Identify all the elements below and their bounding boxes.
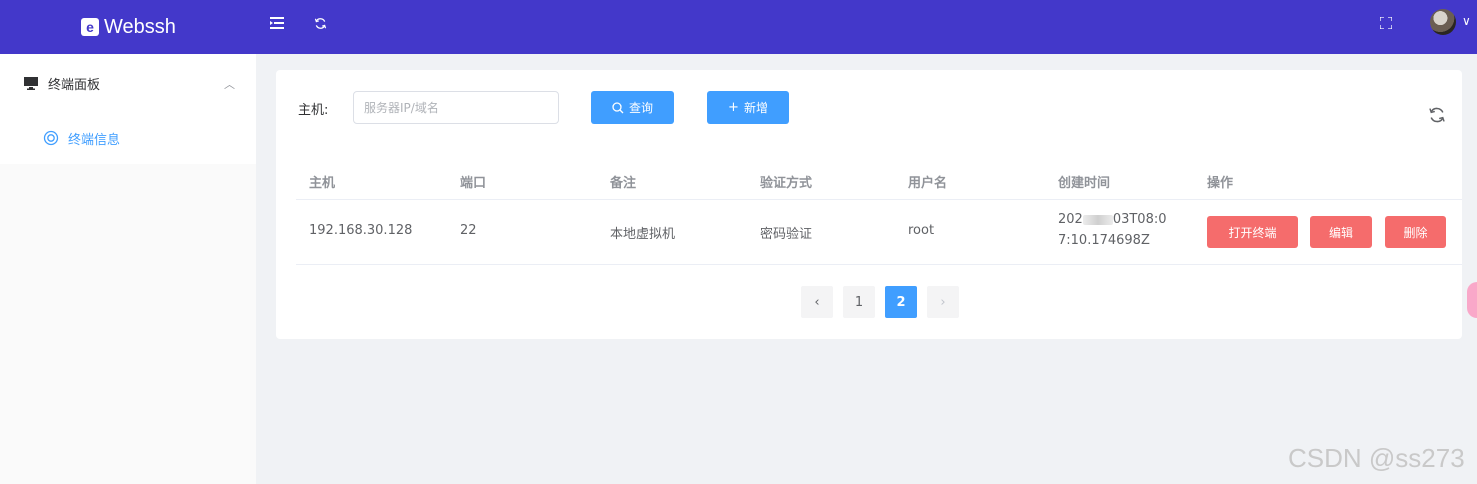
avatar[interactable] <box>1430 9 1456 35</box>
column-header: 主机 <box>309 176 336 191</box>
created-time-part: 03T08:0 <box>1112 212 1167 227</box>
refresh-icon[interactable] <box>309 12 331 34</box>
sidebar-item-terminal-panel[interactable]: 终端面板 ︿ <box>0 64 256 102</box>
sidebar-menu: 终端面板 ︿ 终端信息 <box>0 54 256 164</box>
add-button[interactable]: + 新增 <box>707 91 789 124</box>
query-button-label: 查询 <box>628 101 653 115</box>
chevron-up-icon: ︿ <box>224 78 235 91</box>
redacted-mark <box>1082 214 1113 225</box>
pagination: ‹ 1 2 › <box>801 286 959 318</box>
prev-page-button[interactable]: ‹ <box>801 286 833 318</box>
floating-assistant-button[interactable] <box>1467 282 1477 318</box>
monitor-icon <box>24 76 38 90</box>
top-header: e Webssh ∨ <box>0 0 1477 54</box>
created-time-part: 202 <box>1058 212 1083 227</box>
query-button[interactable]: 查询 <box>591 91 674 124</box>
search-icon <box>612 101 624 113</box>
logo-icon: e <box>81 18 99 36</box>
delete-button[interactable]: 删除 <box>1385 216 1446 248</box>
add-button-label: 新增 <box>743 101 768 115</box>
page-button-1[interactable]: 1 <box>843 286 875 318</box>
ring-icon <box>43 130 59 146</box>
column-header: 操作 <box>1207 176 1234 191</box>
chevron-down-icon[interactable]: ∨ <box>1462 14 1471 28</box>
host-search-input[interactable] <box>353 91 559 124</box>
cell-note: 本地虚拟机 <box>610 227 676 242</box>
cell-port: 22 <box>460 223 477 238</box>
host-filter-label: 主机: <box>298 103 329 118</box>
cell-host: 192.168.30.128 <box>309 223 413 238</box>
column-header: 用户名 <box>908 176 948 191</box>
cell-auth: 密码验证 <box>760 227 813 242</box>
plus-icon: + <box>728 100 739 115</box>
menu-fold-icon[interactable] <box>266 12 288 34</box>
table-row: 192.168.30.128 22 本地虚拟机 密码验证 root 202 03T… <box>296 200 1462 265</box>
fullscreen-icon[interactable] <box>1375 12 1397 34</box>
column-header: 备注 <box>610 176 637 191</box>
app-title: Webssh <box>104 15 176 38</box>
edit-button[interactable]: 编辑 <box>1310 216 1372 248</box>
watermark: CSDN @ss273 <box>1288 443 1465 473</box>
table-refresh-icon[interactable] <box>1428 106 1446 124</box>
column-header: 验证方式 <box>760 176 813 191</box>
table-header: 主机 端口 备注 验证方式 用户名 创建时间 操作 <box>296 162 1462 200</box>
sidebar: 终端面板 ︿ 终端信息 <box>0 54 256 484</box>
sidebar-item-label: 终端面板 <box>48 77 101 93</box>
sidebar-item-label: 终端信息 <box>68 132 121 148</box>
main-card: 主机: 查询 + 新增 主机 端口 备注 验证方式 用户名 创建时间 操作 19… <box>276 70 1462 339</box>
sidebar-empty-area <box>0 164 256 484</box>
column-header: 创建时间 <box>1058 176 1111 191</box>
open-terminal-button[interactable]: 打开终端 <box>1207 216 1298 248</box>
cell-user: root <box>908 223 935 238</box>
terminal-table: 主机 端口 备注 验证方式 用户名 创建时间 操作 192.168.30.128… <box>296 162 1462 265</box>
next-page-button[interactable]: › <box>927 286 959 318</box>
sidebar-item-terminal-info[interactable]: 终端信息 <box>0 118 256 158</box>
cell-created-time: 202 03T08:0 7:10.174698Z <box>1058 209 1198 251</box>
app-logo[interactable]: e Webssh <box>81 0 176 54</box>
column-header: 端口 <box>460 176 487 191</box>
page-button-2[interactable]: 2 <box>885 286 917 318</box>
created-time-part: 7:10.174698Z <box>1058 233 1150 248</box>
